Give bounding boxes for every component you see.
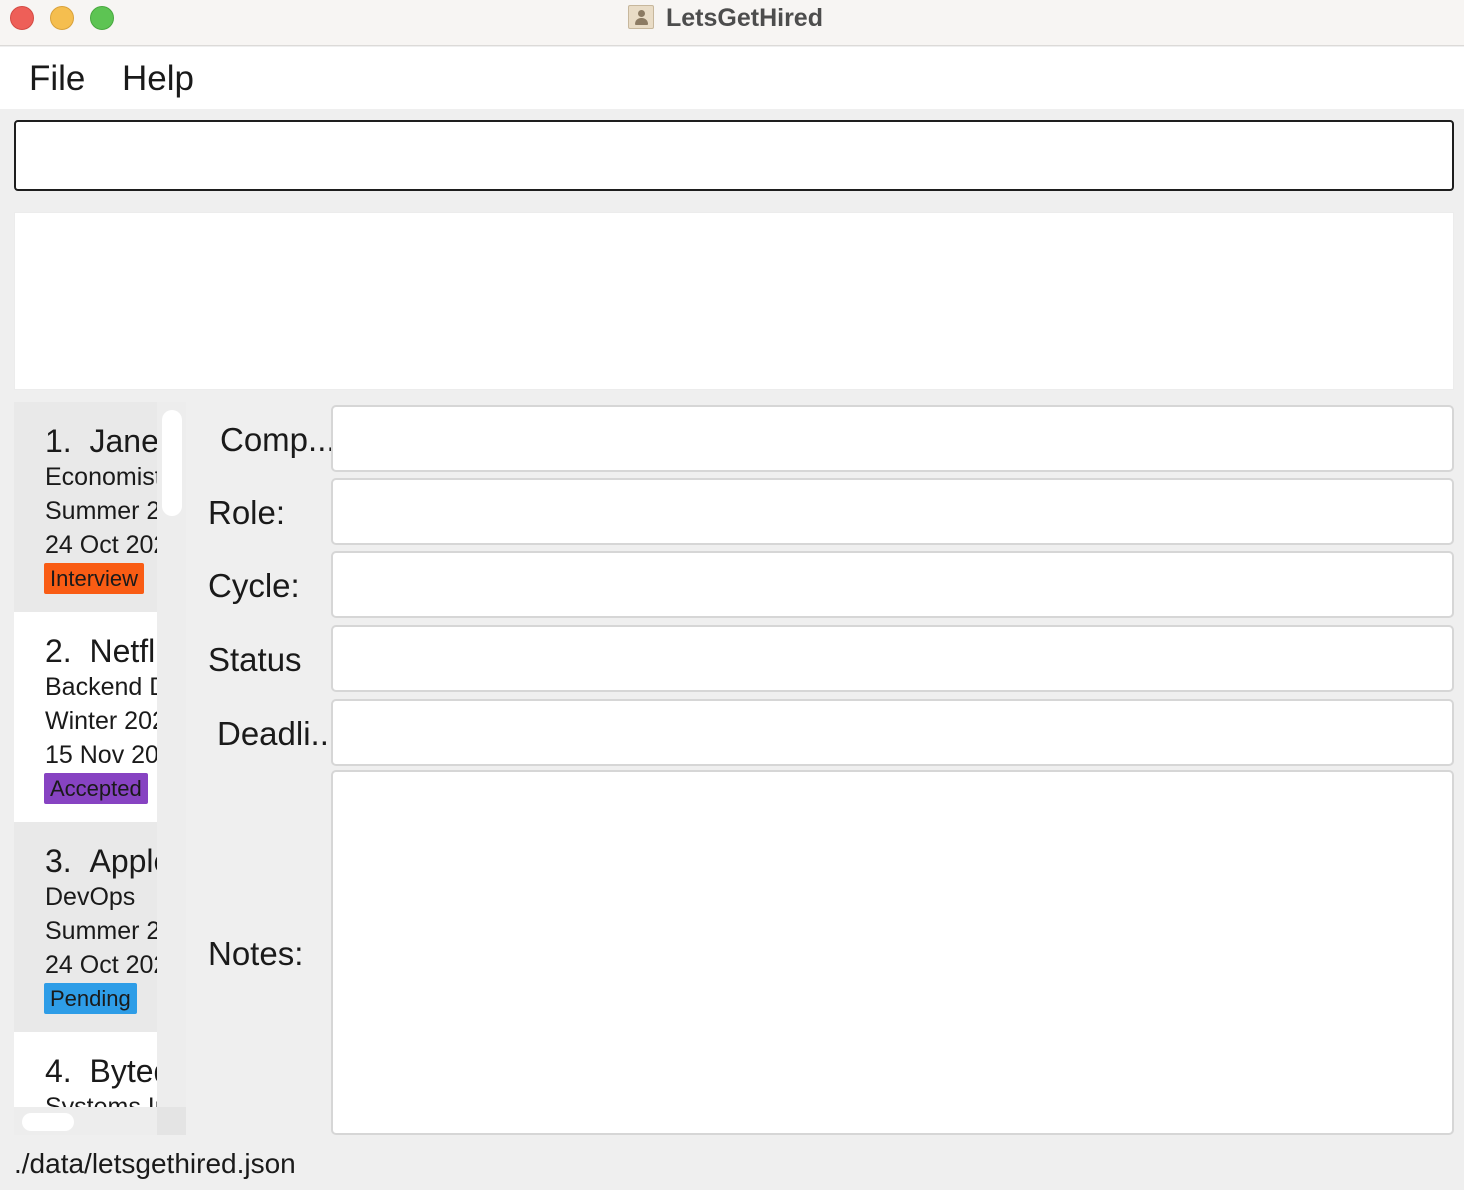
card-cycle: Summer 2024 [45,497,157,525]
menu-help[interactable]: Help [122,59,194,99]
deadline-input[interactable] [333,701,1452,764]
status-bar-file-path: ./data/letsgethired.json [14,1148,296,1179]
deadline-label: Deadli... [217,715,339,752]
card-company: Apple [89,843,157,879]
card-cycle: Summer 2024 [45,917,157,945]
vertical-scroll-thumb[interactable] [162,410,182,516]
cycle-input[interactable] [333,553,1452,616]
application-card[interactable]: 3. Apple DevOps Summer 2024 24 Oct 2023 … [14,822,157,1032]
card-company: Netflix [89,633,157,669]
company-input[interactable] [333,407,1452,470]
company-label: Comp... [220,421,336,458]
card-role: Economist [45,463,157,491]
card-index: 3. [45,843,72,879]
card-title: 2. Netflix [45,632,157,670]
notes-label: Notes: [208,935,304,972]
card-deadline: 24 Oct 2023 [45,951,157,979]
horizontal-scroll-thumb[interactable] [22,1113,74,1131]
menu-bar: File Help [0,47,1464,109]
contact-card-icon [628,5,654,29]
zoom-icon[interactable] [90,6,114,30]
status-badge: Interview [44,563,145,594]
card-role: Backend Developer [45,673,157,701]
application-card[interactable]: 2. Netflix Backend Developer Winter 2023… [14,612,157,822]
role-input[interactable] [333,480,1452,543]
card-role: DevOps [45,883,136,911]
cycle-field[interactable] [331,551,1454,618]
menu-file[interactable]: File [29,59,85,99]
status-badge: Accepted [44,773,148,804]
close-icon[interactable] [10,6,34,30]
company-field[interactable] [331,405,1454,472]
minimize-icon[interactable] [50,6,74,30]
card-company: Jane Street [89,423,157,459]
card-title: 1. Jane Street [45,422,157,460]
notes-textarea[interactable] [333,772,1452,1133]
role-label: Role: [208,494,286,531]
application-card[interactable]: 1. Jane Street Economist Summer 2024 24 … [14,402,157,612]
status-badge: Pending [44,983,137,1014]
card-deadline: 24 Oct 2023 [45,531,157,559]
notes-field[interactable] [331,770,1454,1135]
command-box[interactable] [14,120,1454,191]
cycle-label: Cycle: [208,567,300,604]
application-list: 1. Jane Street Economist Summer 2024 24 … [14,402,186,1135]
card-index: 1. [45,423,72,459]
scroll-corner [157,1107,186,1135]
card-index: 2. [45,633,72,669]
card-company: Bytedance [89,1053,157,1089]
card-title: 3. Apple [45,842,157,880]
status-field[interactable] [331,625,1454,692]
deadline-field[interactable] [331,699,1454,766]
role-field[interactable] [331,478,1454,545]
status-label: Status [208,641,302,678]
card-cycle: Winter 2023 [45,707,157,735]
card-title: 4. Bytedance [45,1052,157,1090]
status-input[interactable] [333,627,1452,690]
window-title: LetsGetHired [666,4,823,32]
card-deadline: 15 Nov 2023 [45,741,157,769]
title-bar: LetsGetHired [0,0,1464,46]
command-input[interactable] [16,122,1452,189]
card-index: 4. [45,1053,72,1089]
result-display [14,212,1454,390]
